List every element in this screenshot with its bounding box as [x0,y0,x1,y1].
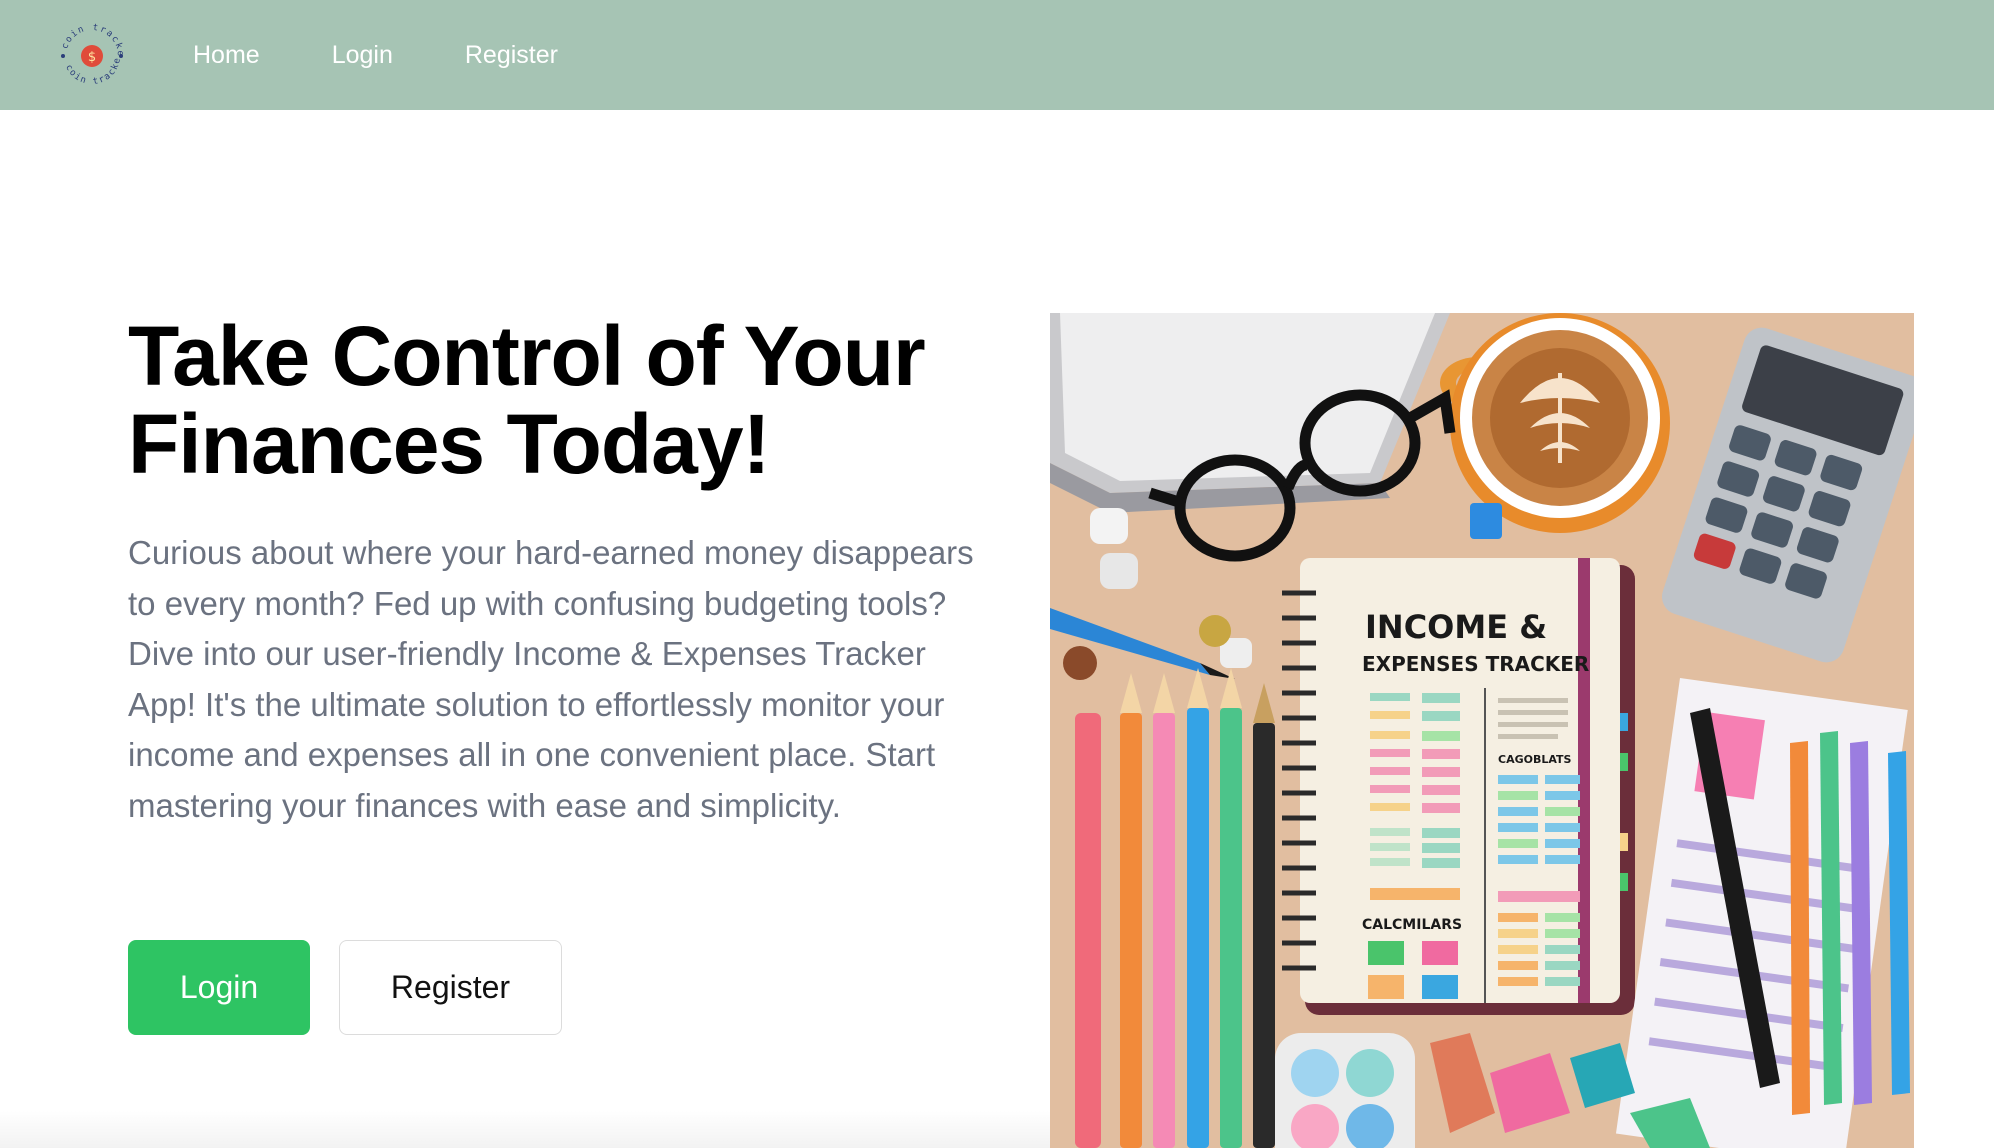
nav-links: Home Login Register [193,0,558,110]
register-button[interactable]: Register [339,940,562,1035]
navbar: coin tracker coin tracker $ Home Login R… [0,0,1994,110]
nav-home-link[interactable]: Home [193,41,260,70]
nav-register-link[interactable]: Register [465,41,558,70]
hero-title: Take Control of Your Finances Today! [128,312,1028,488]
svg-text:CAGOBLATS: CAGOBLATS [1498,753,1572,766]
palette [1275,1033,1415,1148]
coin-tracker-logo[interactable]: coin tracker coin tracker $ [54,18,130,94]
hero-description: Curious about where your hard-earned mon… [128,534,974,824]
hero-image: INCOME & EXPENSES TRACKER CALCMILARS CAG… [1050,313,1914,1148]
section-divider-shadow [0,1110,1050,1148]
svg-text:EXPENSES TRACKER: EXPENSES TRACKER [1362,652,1589,676]
login-button[interactable]: Login [128,940,310,1035]
notebook: INCOME & EXPENSES TRACKER CALCMILARS CAG… [1282,558,1635,1015]
desk-illustration: INCOME & EXPENSES TRACKER CALCMILARS CAG… [1050,313,1914,1148]
hero-title-line-1: Take Control of Your [128,309,926,403]
svg-text:CALCMILARS: CALCMILARS [1362,917,1462,933]
nav-login-link[interactable]: Login [332,41,393,70]
svg-text:INCOME &: INCOME & [1365,608,1547,646]
hero-title-line-2: Finances Today! [128,397,771,491]
svg-text:$: $ [88,50,96,65]
